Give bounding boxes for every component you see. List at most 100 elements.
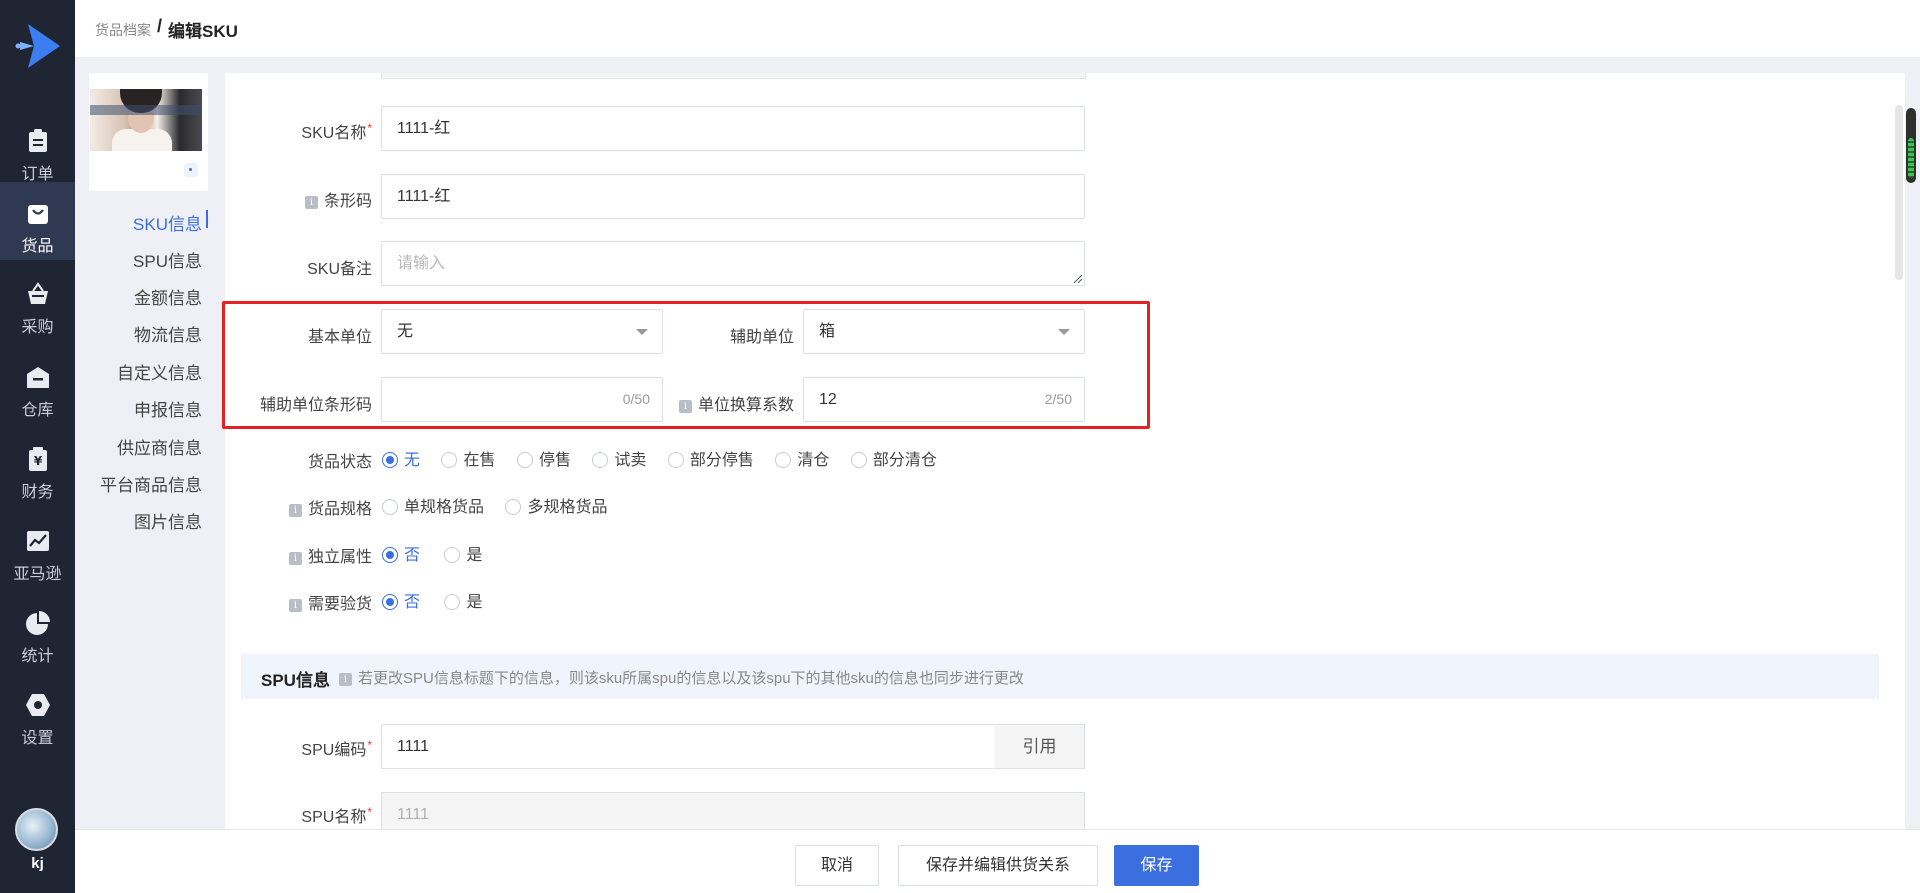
aux-unit-barcode-label: 辅助单位条形码 xyxy=(259,397,372,414)
radio-status-clearance[interactable]: 清仓 xyxy=(775,446,829,470)
char-counter: 0/50 xyxy=(622,391,650,407)
radio-status-partial-clearance[interactable]: 部分清仓 xyxy=(850,446,937,470)
radio-status-on-sale[interactable]: 在售 xyxy=(441,446,495,470)
nav-label: 设置 xyxy=(21,730,54,747)
cut-off-field xyxy=(381,73,1086,79)
warehouse-icon xyxy=(27,367,49,388)
chevron-down-icon xyxy=(636,329,648,335)
need-inspection-radio-group: 否 是 xyxy=(382,588,499,612)
pie-chart-icon xyxy=(26,611,50,635)
nav-item-purchase[interactable]: 采购 xyxy=(0,263,75,343)
product-image xyxy=(90,89,202,151)
anchor-active-indicator xyxy=(206,210,208,228)
info-icon: i xyxy=(304,196,318,209)
nav-label: 仓库 xyxy=(21,402,54,419)
info-icon: i xyxy=(678,400,692,413)
shopping-bag-icon xyxy=(28,205,48,224)
image-indicator-icon[interactable] xyxy=(184,163,198,177)
radio-inspection-yes[interactable]: 是 xyxy=(444,588,482,612)
anchor-supplier-info[interactable]: 供应商信息 xyxy=(117,434,202,459)
radio-status-trial[interactable]: 试卖 xyxy=(592,446,646,470)
sku-thumbnail[interactable] xyxy=(89,73,208,191)
section-note: i 若更改SPU信息标题下的信息，则该sku所属spu的信息以及该spu下的其他s… xyxy=(339,667,1024,688)
aux-unit-select[interactable]: 箱 xyxy=(803,309,1085,354)
radio-independent-yes[interactable]: 是 xyxy=(444,541,482,565)
anchor-sku-info[interactable]: SKU信息 xyxy=(133,210,202,235)
radio-inspection-no[interactable]: 否 xyxy=(382,588,420,612)
nav-label: 货品 xyxy=(21,238,54,255)
goods-spec-label: i 货品规格 xyxy=(288,495,372,519)
nav-item-orders[interactable]: 订单 xyxy=(0,110,75,190)
nav-label: 采购 xyxy=(21,319,54,336)
goods-spec-radio-group: 单规格货品 多规格货品 xyxy=(382,493,624,517)
goods-status-label: 货品状态 xyxy=(307,454,372,471)
sku-remark-label: SKU备注 xyxy=(307,261,372,278)
sku-name-label: SKU名称* xyxy=(301,121,372,142)
trend-chart-icon xyxy=(27,531,49,551)
nav-item-goods[interactable]: 货品 xyxy=(0,182,75,260)
footer-bar: 取消 保存并编辑供货关系 保存 xyxy=(75,829,1920,893)
independent-attr-label: i 独立属性 xyxy=(288,543,372,567)
radio-status-partial-stopped[interactable]: 部分停售 xyxy=(667,446,754,470)
gear-icon xyxy=(26,694,50,716)
radio-single-spec[interactable]: 单规格货品 xyxy=(382,493,484,517)
spu-code-input[interactable]: 1111 xyxy=(381,724,995,769)
resize-grip-icon[interactable] xyxy=(1072,273,1082,283)
save-and-edit-supply-button[interactable]: 保存并编辑供货关系 xyxy=(898,845,1098,886)
conversion-factor-label: i 单位换算系数 xyxy=(678,391,794,415)
barcode-label: i 条形码 xyxy=(304,187,372,211)
left-nav: 订单 货品 采购 仓库 ¥ 财务 亚马逊 统计 设置 kj xyxy=(0,0,75,893)
section-title: SPU信息 xyxy=(261,671,330,690)
radio-multi-spec[interactable]: 多规格货品 xyxy=(505,493,607,517)
anchor-image-info[interactable]: 图片信息 xyxy=(134,508,202,533)
anchor-amount-info[interactable]: 金额信息 xyxy=(134,284,202,309)
breadcrumb-parent[interactable]: 货品档案 xyxy=(95,20,151,40)
nav-label: 订单 xyxy=(21,166,54,183)
anchor-declaration-info[interactable]: 申报信息 xyxy=(134,396,202,421)
header: 货品档案 / 编辑SKU xyxy=(75,0,1920,57)
aux-unit-label: 辅助单位 xyxy=(729,329,794,346)
anchor-logistics-info[interactable]: 物流信息 xyxy=(134,321,202,346)
char-counter: 2/50 xyxy=(1044,391,1072,407)
aux-unit-barcode-input[interactable]: 0/50 xyxy=(381,377,663,422)
user-name: kj xyxy=(31,855,44,872)
nav-item-settings[interactable]: 设置 xyxy=(0,674,75,754)
nav-item-statistics[interactable]: 统计 xyxy=(0,592,75,672)
need-inspection-label: i 需要验货 xyxy=(288,590,372,614)
anchor-custom-info[interactable]: 自定义信息 xyxy=(117,359,202,384)
sku-remark-textarea[interactable]: 请输入 xyxy=(381,241,1085,286)
barcode-input[interactable]: 1111-红 xyxy=(381,174,1085,219)
nav-label: 统计 xyxy=(21,648,54,665)
basket-icon xyxy=(28,282,48,304)
base-unit-select[interactable]: 无 xyxy=(381,309,663,354)
nav-label: 财务 xyxy=(21,484,54,501)
radio-status-stopped[interactable]: 停售 xyxy=(516,446,571,470)
nav-item-finance[interactable]: ¥ 财务 xyxy=(0,428,75,508)
svg-text:¥: ¥ xyxy=(34,454,43,468)
breadcrumb-separator: / xyxy=(157,16,163,36)
page-title: 编辑SKU xyxy=(168,22,238,41)
info-icon: i xyxy=(288,552,302,565)
anchor-platform-goods-info[interactable]: 平台商品信息 xyxy=(100,471,202,496)
scrollbar-track[interactable] xyxy=(1895,105,1903,280)
spu-section-header: SPU信息 i 若更改SPU信息标题下的信息，则该sku所属spu的信息以及该sp… xyxy=(241,654,1879,699)
spu-name-label: SPU名称* xyxy=(301,805,372,826)
nav-item-amazon[interactable]: 亚马逊 xyxy=(0,510,75,590)
avatar[interactable] xyxy=(15,808,58,851)
cancel-button[interactable]: 取消 xyxy=(795,845,879,886)
reference-button[interactable]: 引用 xyxy=(995,724,1085,769)
nav-item-warehouse[interactable]: 仓库 xyxy=(0,346,75,426)
info-icon: i xyxy=(288,504,302,517)
conversion-factor-input[interactable]: 12 2/50 xyxy=(803,377,1085,422)
sku-name-input[interactable]: 1111-红 xyxy=(381,106,1085,151)
anchor-spu-info[interactable]: SPU信息 xyxy=(133,247,202,272)
app-logo-icon[interactable] xyxy=(10,20,66,76)
save-button[interactable]: 保存 xyxy=(1114,845,1199,886)
scrollbar-thumb[interactable] xyxy=(1906,108,1916,183)
yuan-wallet-icon: ¥ xyxy=(29,447,47,471)
radio-status-none[interactable]: 无 xyxy=(382,446,420,470)
radio-independent-no[interactable]: 否 xyxy=(382,541,420,565)
independent-attr-radio-group: 否 是 xyxy=(382,541,499,565)
base-unit-label: 基本单位 xyxy=(307,329,372,346)
spu-code-label: SPU编码* xyxy=(301,738,372,759)
